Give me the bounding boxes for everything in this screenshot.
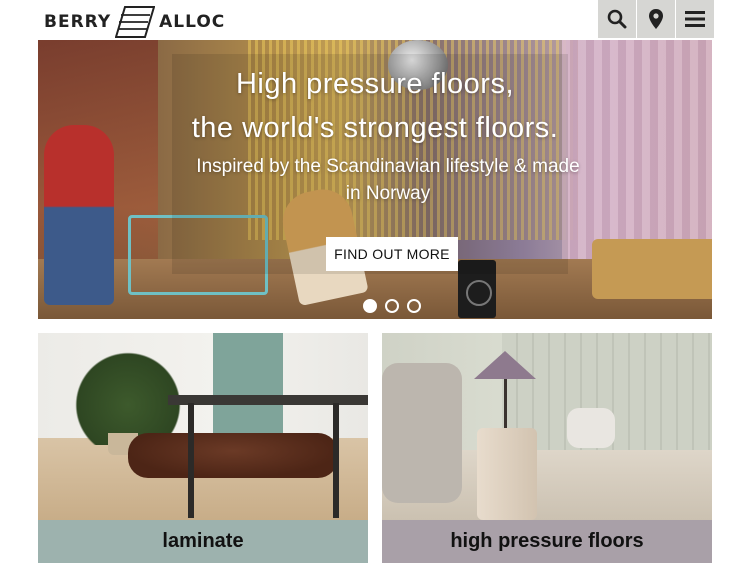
logo-mark-icon (115, 6, 156, 38)
category-label-high-pressure-floors: high pressure floors (382, 520, 712, 563)
category-card-laminate[interactable]: laminate (38, 333, 368, 563)
site-header: BERRY ALLOC (0, 0, 750, 40)
hamburger-menu-icon (685, 11, 705, 27)
hero-carousel[interactable]: High pressure floors, the world's strong… (38, 40, 712, 319)
hero-title-line1: High pressure floors, (235, 68, 515, 100)
search-button[interactable] (598, 0, 636, 38)
category-label-laminate: laminate (38, 520, 368, 563)
logo-text-right: ALLOC (159, 12, 226, 32)
hero-subtitle: Inspired by the Scandinavian lifestyle &… (196, 156, 580, 204)
carousel-dot-2[interactable] (385, 299, 399, 313)
category-card-high-pressure-floors[interactable]: high pressure floors (382, 333, 712, 563)
hero-title-line2: the world's strongest floors. (191, 112, 559, 144)
location-pin-icon (649, 9, 663, 29)
menu-button[interactable] (676, 0, 714, 38)
search-icon (607, 9, 627, 29)
berry-alloc-logo[interactable]: BERRY ALLOC (44, 6, 225, 38)
carousel-dots (363, 299, 421, 313)
hero-photo-person (44, 125, 114, 305)
carousel-dot-3[interactable] (407, 299, 421, 313)
store-locator-button[interactable] (637, 0, 675, 38)
logo-text-left: BERRY (44, 12, 112, 32)
hero-photo-sofa (592, 239, 712, 299)
laminate-photo (38, 333, 368, 520)
carousel-dot-1[interactable] (363, 299, 377, 313)
find-out-more-button[interactable]: FIND OUT MORE (326, 237, 458, 271)
high-pressure-floors-photo (382, 333, 712, 520)
